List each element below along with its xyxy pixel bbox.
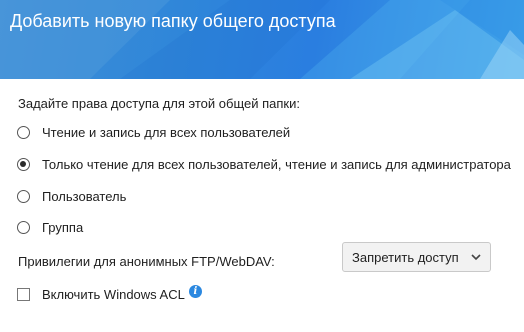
radio-option-read-only-all[interactable]: Только чтение для всех пользователей, чт… [17,154,511,174]
radio-label: Только чтение для всех пользователей, чт… [42,156,511,172]
radio-label: Пользователь [42,188,127,204]
radio-label: Группа [42,219,84,235]
chevron-down-icon [471,254,481,261]
add-shared-folder-dialog: Добавить новую папку общего доступа Зада… [0,0,524,332]
info-icon[interactable]: i [188,284,202,298]
ftp-privileges-label: Привилегии для анонимных FTP/WebDAV: [18,254,275,269]
radio-label: Чтение и запись для всех пользователей [42,124,291,140]
dialog-content: Задайте права доступа для этой общей пап… [0,79,524,332]
radio-option-group[interactable]: Группа [17,217,83,237]
radio-button[interactable] [17,220,30,234]
ftp-privileges-select[interactable]: Запретить доступ [342,242,491,272]
radio-button-selected[interactable] [17,157,30,171]
access-prompt: Задайте права доступа для этой общей пап… [18,96,300,111]
radio-button[interactable] [17,189,30,203]
windows-acl-label[interactable]: Включить Windows ACL [42,287,185,302]
select-value: Запретить доступ [352,249,459,265]
windows-acl-row: Включить Windows ACL i [17,284,202,304]
radio-option-user[interactable]: Пользователь [17,186,126,206]
dialog-title: Добавить новую папку общего доступа [10,11,336,31]
radio-option-read-write-all[interactable]: Чтение и запись для всех пользователей [17,122,290,142]
dialog-header: Добавить новую папку общего доступа [0,0,524,79]
windows-acl-checkbox[interactable] [17,287,30,301]
radio-button[interactable] [17,125,30,139]
